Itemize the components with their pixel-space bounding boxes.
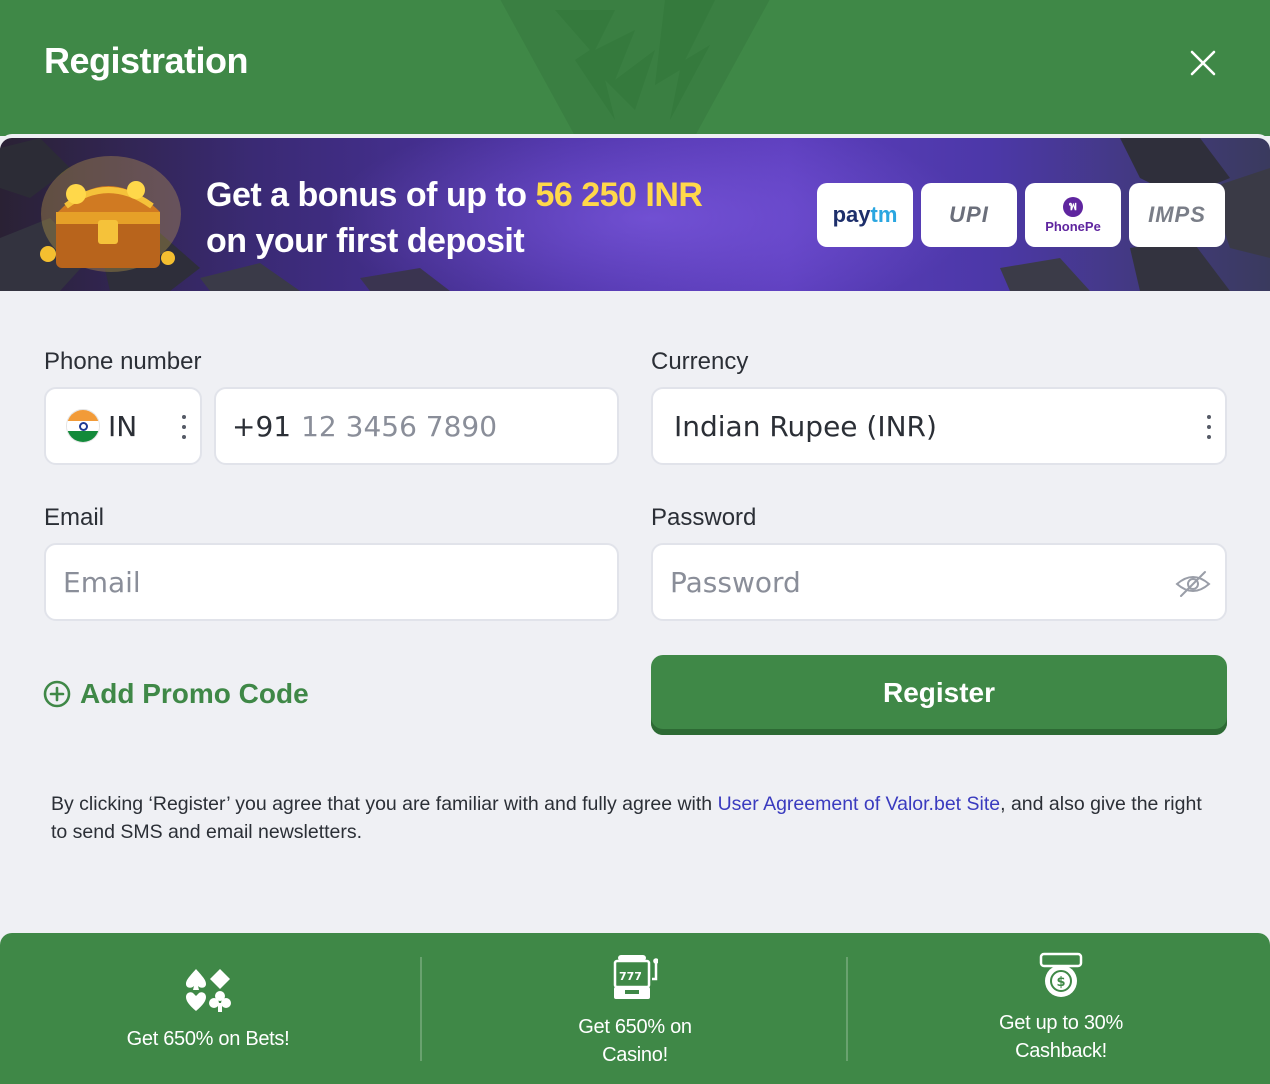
terms-text: By clicking ‘Register’ you agree that yo…: [51, 790, 1221, 846]
more-vertical-icon: [182, 415, 186, 439]
treasure-chest-icon: [40, 156, 181, 272]
register-button[interactable]: Register: [651, 655, 1227, 735]
password-input[interactable]: Password: [651, 543, 1227, 621]
add-promo-code-link[interactable]: Add Promo Code: [43, 678, 309, 710]
email-placeholder: Email: [63, 565, 141, 599]
password-placeholder: Password: [670, 565, 801, 599]
slot-machine-icon: 777: [613, 955, 658, 999]
feature-bets: Get 650% on Bets!: [98, 933, 318, 1084]
feature-cashback-text: Get up to 30% Cashback!: [999, 1012, 1123, 1062]
feature-cashback: $ Get up to 30% Cashback!: [951, 933, 1171, 1084]
feature-divider: [420, 957, 422, 1061]
imps-logo: IMPS: [1129, 183, 1225, 247]
page-title: Registration: [44, 40, 249, 81]
phone-prefix: +91: [232, 409, 292, 443]
modal-header: Registration: [0, 0, 1270, 136]
brand-logo-watermark: [500, 0, 770, 136]
currency-label: Currency: [651, 348, 749, 375]
paytm-logo: paytm: [817, 183, 913, 247]
more-vertical-icon: [1207, 415, 1211, 439]
password-label: Password: [651, 504, 757, 531]
india-flag-icon: [66, 409, 100, 443]
card-suits-icon: [186, 969, 231, 1012]
phone-input[interactable]: +91 12 3456 7890: [214, 387, 619, 465]
bonus-text-line2: on your first deposit: [206, 222, 525, 260]
email-label: Email: [44, 504, 105, 531]
register-label: Register: [882, 677, 996, 708]
bonus-text: Get a bonus of up to 56 250 INR on your …: [206, 172, 703, 264]
close-icon[interactable]: [1186, 46, 1220, 80]
bonus-amount: 56 250 INR: [535, 176, 703, 214]
user-agreement-link[interactable]: User Agreement of Valor.bet Site: [718, 793, 1001, 815]
country-selector[interactable]: IN: [44, 387, 202, 465]
features-footer: Get 650% on Bets! 777 Get 650% on Casino…: [0, 933, 1270, 1084]
svg-text:777: 777: [619, 970, 642, 983]
currency-select[interactable]: Indian Rupee (INR): [651, 387, 1227, 465]
svg-text:$: $: [1056, 975, 1065, 990]
feature-casino: 777 Get 650% on Casino!: [525, 933, 745, 1084]
phonepe-logo: พ PhonePe: [1025, 183, 1121, 247]
upi-logo: UPI: [921, 183, 1017, 247]
bonus-banner: Get a bonus of up to 56 250 INR on your …: [0, 138, 1270, 291]
promo-label: Add Promo Code: [80, 678, 309, 709]
phone-label: Phone number: [44, 348, 202, 375]
bonus-text-prefix: Get a bonus of up to: [206, 176, 536, 214]
payment-logos: paytm UPI พ PhonePe IMPS: [817, 183, 1225, 247]
country-code: IN: [108, 409, 138, 443]
feature-bets-text: Get 650% on Bets!: [126, 1028, 290, 1050]
feature-divider: [846, 957, 848, 1061]
cashback-icon: $: [1039, 952, 1083, 997]
feature-casino-text: Get 650% on Casino!: [578, 1016, 692, 1066]
currency-value: Indian Rupee (INR): [674, 409, 937, 443]
plus-circle-icon: [43, 680, 71, 708]
terms-prefix: By clicking ‘Register’ you agree that yo…: [51, 793, 718, 815]
eye-off-icon[interactable]: [1175, 570, 1211, 598]
phone-placeholder: 12 3456 7890: [301, 409, 498, 443]
email-input[interactable]: Email: [44, 543, 619, 621]
